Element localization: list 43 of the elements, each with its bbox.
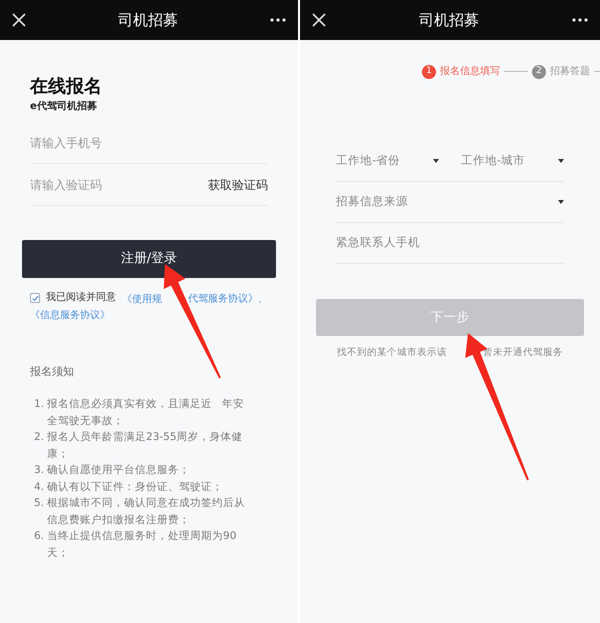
notice-text: 报名信息必须真实有效，且满足近 年安全驾驶无事故； — [47, 397, 246, 428]
close-icon[interactable] — [312, 13, 326, 27]
text-field[interactable]: 紧急联系人手机 — [336, 234, 564, 252]
list-number: 2. — [34, 430, 44, 445]
step-label: 报名信息填写 — [440, 64, 500, 79]
register-button[interactable]: 注册/登录 — [22, 240, 276, 278]
checkbox[interactable] — [30, 293, 40, 303]
caret-icon — [433, 159, 439, 163]
list-number: 6. — [34, 529, 44, 544]
form-heading: 在线报名 — [30, 76, 103, 98]
step-number: 2 — [532, 64, 546, 78]
list-number: 4. — [34, 480, 44, 494]
dropdown-select[interactable]: 工作地-城市 — [461, 152, 564, 170]
agreement-text: 我已阅读并同意 — [46, 290, 116, 305]
more-icon[interactable] — [270, 18, 286, 22]
notice-text: 报名人员年龄需满足23-55周岁，身体健康； — [47, 430, 244, 462]
more-icon[interactable] — [572, 18, 588, 22]
get-code-link[interactable]: 获取验证码 — [208, 176, 268, 194]
page-title: 司机招募 — [419, 10, 479, 31]
text-field[interactable]: 请输入验证码 — [30, 176, 208, 194]
check-icon — [32, 294, 38, 302]
caret-icon — [558, 159, 564, 163]
notice-text: 确认有以下证件：身份证、驾驶证； — [47, 480, 224, 494]
list-number: 3. — [34, 463, 44, 478]
notice-text: 确认自愿使用平台信息服务； — [47, 463, 192, 478]
agreement-link[interactable]: 《信息服务协议》 — [30, 310, 110, 320]
list-number: 5. — [34, 496, 44, 511]
notice-title: 报名须知 — [30, 364, 75, 380]
step-number: 1 — [422, 64, 436, 78]
dropdown-select[interactable]: 工作地-省份 — [336, 152, 439, 170]
notice-text: 当终止提供信息服务时，处理周期为90天； — [47, 529, 238, 560]
text-field[interactable]: 请输入手机号 — [30, 134, 268, 152]
list-number: 1. — [34, 397, 44, 412]
hint-text: 找不到的某个城市表示该 — [337, 347, 447, 358]
notice-text: 根据城市不同，确认同意在成功签约后从信息费账户扣缴报名注册费； — [47, 496, 246, 528]
form-subheading: e代驾司机招募 — [30, 100, 98, 114]
page-title: 司机招募 — [118, 10, 178, 31]
step-label: 招募答题 — [550, 64, 590, 79]
close-icon[interactable] — [12, 13, 26, 27]
caret-icon — [558, 200, 564, 204]
agreement-link[interactable]: 代驾服务协议》、 — [188, 294, 268, 304]
agreement-link[interactable]: 《使用规 — [122, 294, 162, 304]
dropdown-select[interactable]: 招募信息来源 — [336, 193, 564, 211]
